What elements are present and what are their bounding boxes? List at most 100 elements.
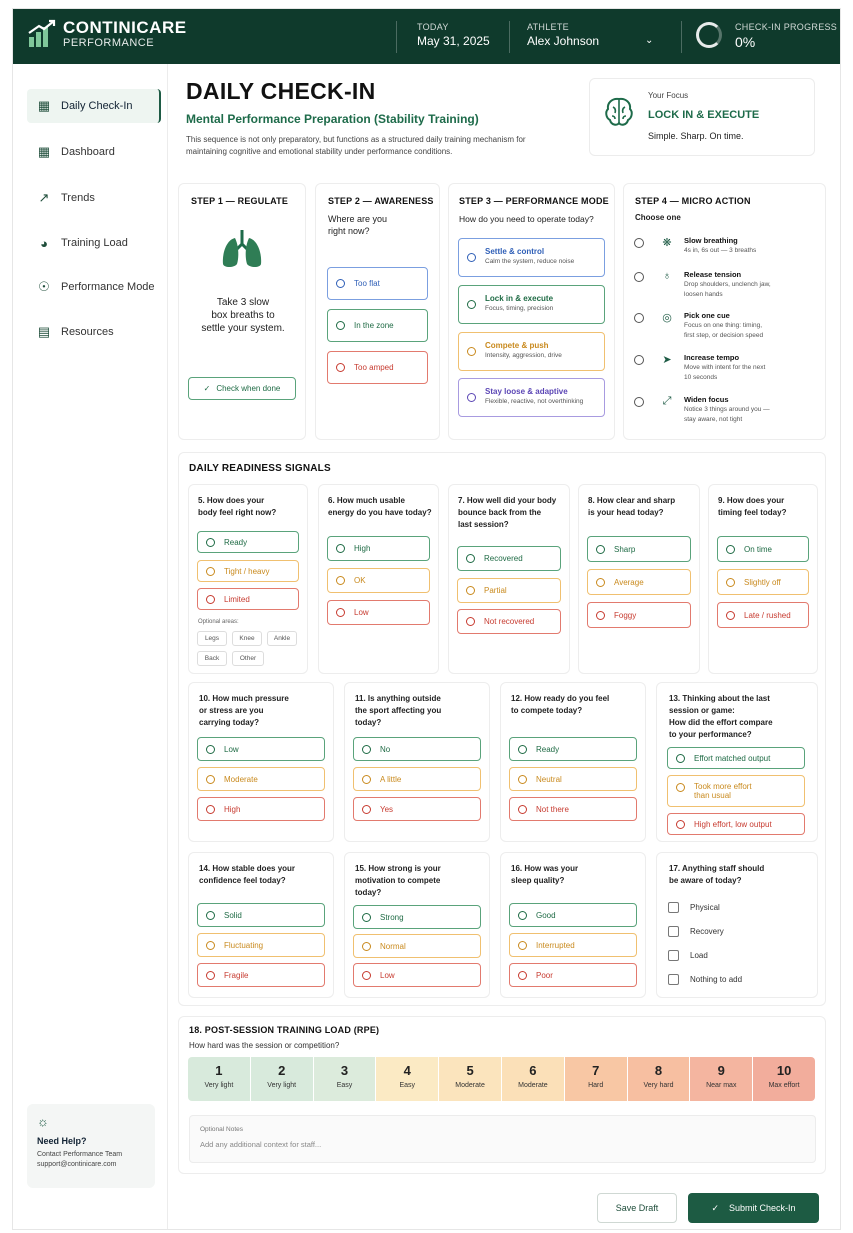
rpe-word: Easy — [399, 1082, 416, 1089]
micro-action-widen-focus[interactable]: ⤢ Widen focus Notice 3 things around you —… — [634, 395, 796, 424]
q13-option-matched[interactable]: Effort matched output — [667, 747, 805, 769]
q8-option-sharp[interactable]: Sharp — [587, 536, 691, 562]
micro-action-release-tension[interactable]: ♁ Release tension Drop shoulders, unclench… — [634, 270, 796, 299]
q11-option-no[interactable]: No — [353, 737, 481, 761]
question-card-14: 14. How stable does your confidence feel … — [188, 852, 334, 998]
area-chip-ankle[interactable]: Ankle — [267, 631, 297, 646]
q6-option-low[interactable]: Low — [327, 600, 430, 625]
logo-chart-icon — [28, 19, 56, 47]
breathing-icon: ❋ — [662, 237, 672, 249]
q9-option-on-time[interactable]: On time — [717, 536, 809, 562]
rpe-option-9[interactable]: 9 Near max — [690, 1057, 753, 1101]
q14-option-fragile[interactable]: Fragile — [197, 963, 325, 987]
sidebar-item-resources[interactable]: ▤ Resources — [27, 315, 161, 349]
q10-option-high[interactable]: High — [197, 797, 325, 821]
question-text: 13. Thinking about the last session or ga… — [669, 694, 773, 739]
rpe-option-3[interactable]: 3 Easy — [313, 1057, 376, 1101]
question-text: 12. How ready do you feel to compete toda… — [511, 694, 610, 715]
rpe-option-10[interactable]: 10 Max effort — [753, 1057, 815, 1101]
q7-option-partial[interactable]: Partial — [457, 578, 561, 603]
question-card-8: 8. How clear and sharp is your head today… — [578, 484, 700, 674]
awareness-option-in-zone[interactable]: In the zone — [327, 309, 428, 342]
staff-checkbox-recovery[interactable]: Recovery — [668, 926, 724, 937]
q12-option-neutral[interactable]: Neutral — [509, 767, 637, 791]
q6-option-ok[interactable]: OK — [327, 568, 430, 593]
help-line: Contact Performance Team — [37, 1151, 123, 1158]
sidebar-item-performance-mode[interactable]: ☉ Performance Mode — [27, 270, 161, 304]
rpe-option-4[interactable]: 4 Easy — [376, 1057, 439, 1101]
sidebar-item-label: Resources — [61, 326, 114, 338]
q9-option-slightly-off[interactable]: Slightly off — [717, 569, 809, 595]
question-text: 14. How stable does your confidence feel … — [199, 864, 296, 885]
rpe-option-8[interactable]: 8 Very hard — [627, 1057, 690, 1101]
q5-option-tight[interactable]: Tight / heavy — [197, 560, 299, 582]
mode-option-settle[interactable]: Settle & control Calm the system, reduce … — [458, 238, 605, 277]
rpe-word: Easy — [336, 1082, 353, 1089]
sidebar-item-daily-checkin[interactable]: ▦ Daily Check-In — [27, 89, 161, 123]
q15-option-normal[interactable]: Normal — [353, 934, 481, 958]
help-box: ☼ Need Help? Contact Performance Team su… — [27, 1104, 155, 1188]
q7-option-recovered[interactable]: Recovered — [457, 546, 561, 571]
question-text: 8. How clear and sharp is your head today… — [588, 496, 676, 517]
micro-action-pick-cue[interactable]: ◎ Pick one cue Focus on one thing: timing,… — [634, 311, 796, 340]
q10-option-low[interactable]: Low — [197, 737, 325, 761]
q8-option-foggy[interactable]: Foggy — [587, 602, 691, 628]
awareness-option-too-flat[interactable]: Too flat — [327, 267, 428, 300]
sidebar-item-dashboard[interactable]: ▦ Dashboard — [27, 135, 161, 169]
rpe-option-1[interactable]: 1 Very light — [188, 1057, 250, 1101]
save-draft-button[interactable]: Save Draft — [597, 1193, 677, 1223]
q16-option-poor[interactable]: Poor — [509, 963, 637, 987]
staff-checkbox-load[interactable]: Load — [668, 950, 708, 961]
area-chip-back[interactable]: Back — [197, 651, 227, 666]
rpe-option-2[interactable]: 2 Very light — [250, 1057, 313, 1101]
sidebar-item-trends[interactable]: ↗ Trends — [27, 181, 161, 215]
q11-option-a-little[interactable]: A little — [353, 767, 481, 791]
brand-logo: CONTINICARE PERFORMANCE — [27, 19, 187, 49]
q12-option-ready[interactable]: Ready — [509, 737, 637, 761]
staff-checkbox-nothing[interactable]: Nothing to add — [668, 974, 742, 985]
rpe-word: Near max — [706, 1082, 737, 1089]
mode-option-lock-in[interactable]: Lock in & execute Focus, timing, precisio… — [458, 285, 605, 324]
submit-checkin-button[interactable]: ✓ Submit Check-In — [688, 1193, 819, 1223]
q16-option-good[interactable]: Good — [509, 903, 637, 927]
micro-action-increase-tempo[interactable]: ➤ Increase tempo Move with intent for the … — [634, 353, 796, 382]
athlete-selector[interactable]: ATHLETE Alex Johnson — [527, 22, 599, 48]
q12-option-not-there[interactable]: Not there — [509, 797, 637, 821]
q15-option-low[interactable]: Low — [353, 963, 481, 987]
area-chip-other[interactable]: Other — [232, 651, 264, 666]
help-title: Need Help? — [37, 1136, 87, 1146]
q10-option-moderate[interactable]: Moderate — [197, 767, 325, 791]
mode-option-compete[interactable]: Compete & push Intensity, aggression, dri… — [458, 332, 605, 371]
q7-option-not-recovered[interactable]: Not recovered — [457, 609, 561, 634]
divider — [509, 21, 510, 53]
rpe-option-7[interactable]: 7 Hard — [564, 1057, 627, 1101]
q16-option-interrupted[interactable]: Interrupted — [509, 933, 637, 957]
divider — [681, 21, 682, 53]
q5-option-limited[interactable]: Limited — [197, 588, 299, 610]
q9-option-late[interactable]: Late / rushed — [717, 602, 809, 628]
q5-option-ready[interactable]: Ready — [197, 531, 299, 553]
q13-option-high-effort-low-output[interactable]: High effort, low output — [667, 813, 805, 835]
sidebar-item-training-load[interactable]: ◕ Training Load — [27, 226, 161, 260]
area-chip-knee[interactable]: Knee — [232, 631, 262, 646]
micro-action-slow-breathing[interactable]: ❋ Slow breathing 4s in, 6s out — 3 breaths — [634, 236, 796, 255]
q11-option-yes[interactable]: Yes — [353, 797, 481, 821]
notes-field[interactable]: Optional Notes Add any additional contex… — [189, 1115, 816, 1163]
staff-checkbox-physical[interactable]: Physical — [668, 902, 720, 913]
check-icon: ✓ — [711, 1202, 719, 1213]
notes-label: Optional Notes — [200, 1126, 243, 1133]
rpe-option-5[interactable]: 5 Moderate — [439, 1057, 501, 1101]
q14-option-fluctuating[interactable]: Fluctuating — [197, 933, 325, 957]
awareness-option-too-amped[interactable]: Too amped — [327, 351, 428, 384]
check-when-done-button[interactable]: ✓ Check when done — [188, 377, 296, 400]
q6-option-high[interactable]: High — [327, 536, 430, 561]
area-chip-legs[interactable]: Legs — [197, 631, 227, 646]
help-email[interactable]: support@continicare.com — [37, 1160, 145, 1170]
q13-option-more-effort[interactable]: Took more effort than usual — [667, 775, 805, 807]
q15-option-strong[interactable]: Strong — [353, 905, 481, 929]
chevron-down-icon[interactable]: ⌄ — [645, 35, 653, 46]
q8-option-average[interactable]: Average — [587, 569, 691, 595]
rpe-option-6[interactable]: 6 Moderate — [502, 1057, 564, 1101]
mode-option-stay-loose[interactable]: Stay loose & adaptive Flexible, reactive,… — [458, 378, 605, 417]
q14-option-solid[interactable]: Solid — [197, 903, 325, 927]
